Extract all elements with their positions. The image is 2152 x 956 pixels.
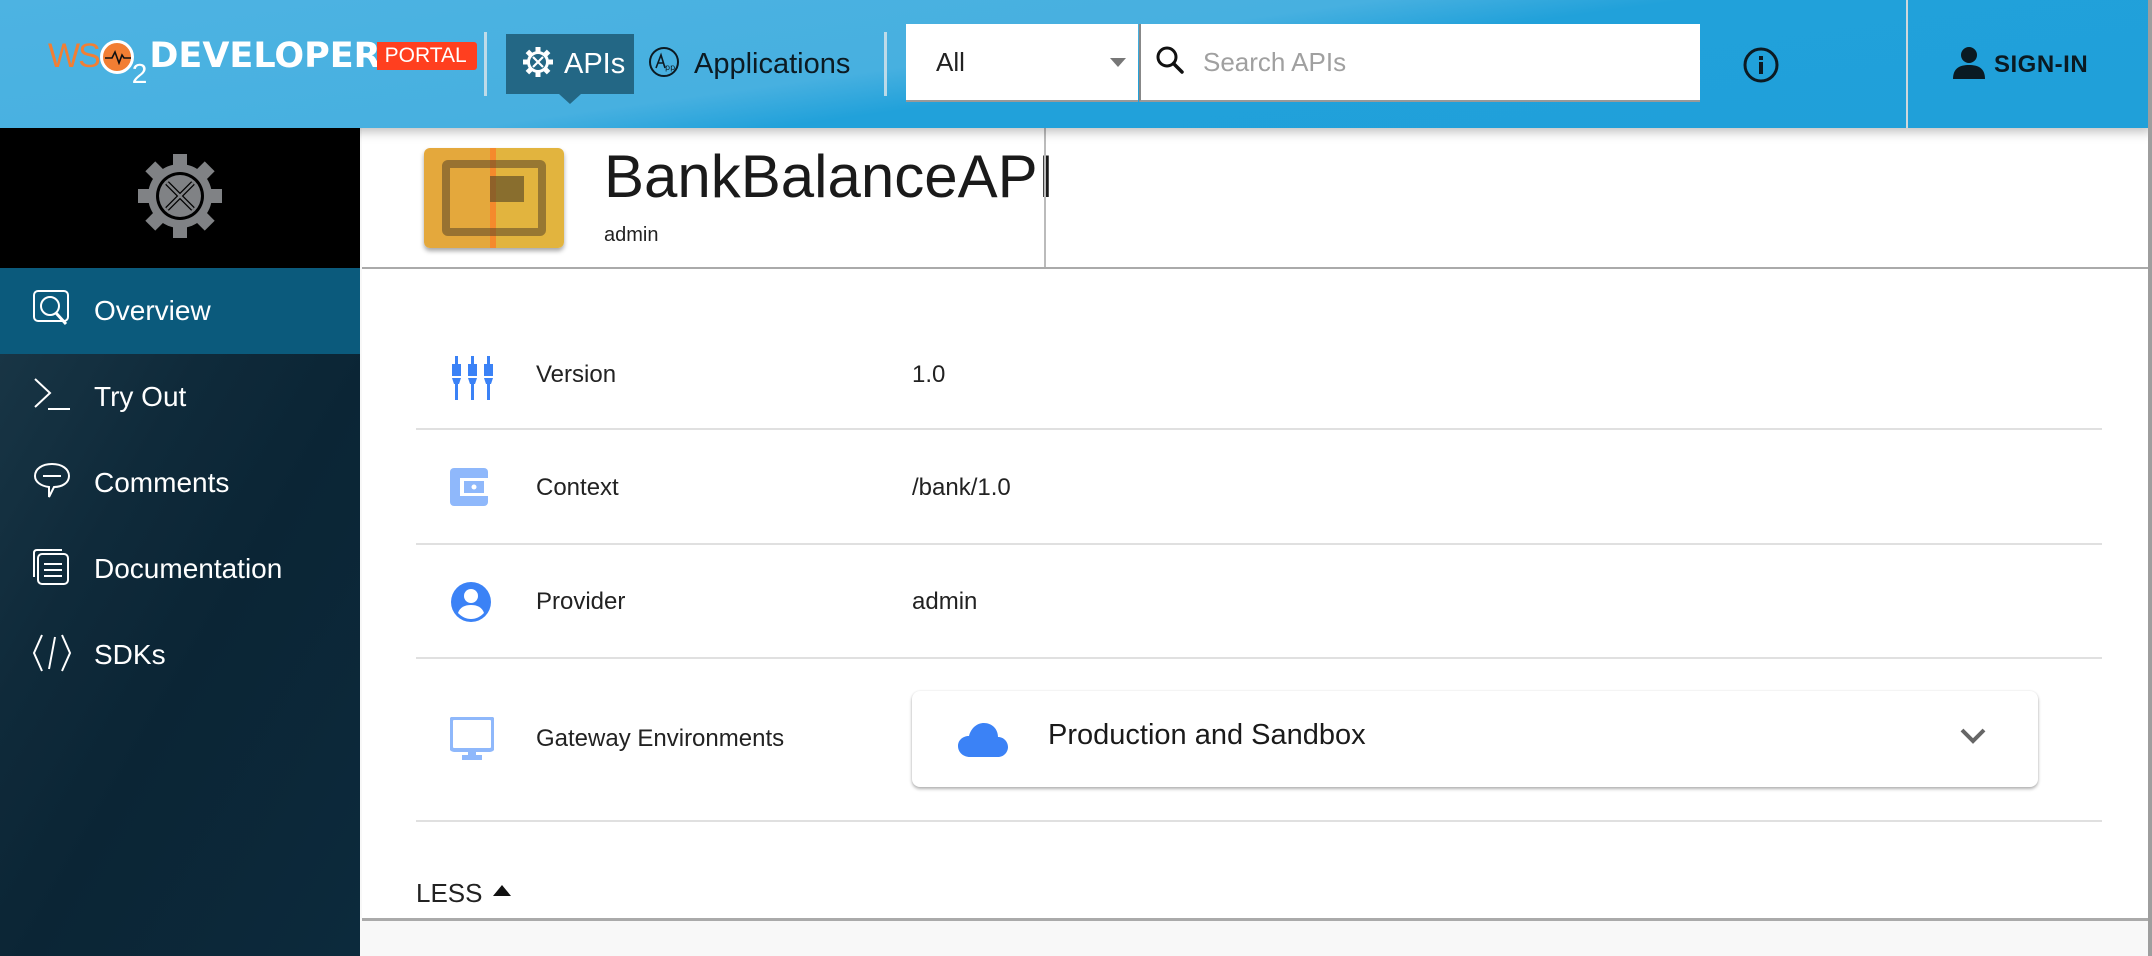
api-title: BankBalanceAPI <box>604 143 1055 210</box>
header-divider <box>884 32 887 96</box>
search-icon <box>1155 45 1185 79</box>
tab-apis-label: APIs <box>564 47 626 80</box>
detail-key: Provider <box>536 588 626 615</box>
sidebar-item-overview[interactable]: Overview <box>0 268 360 354</box>
logo-wso-text: WS <box>48 37 101 75</box>
sidebar-item-label: Try Out <box>94 381 187 412</box>
lower-area <box>362 921 2148 956</box>
code-icon <box>32 633 72 677</box>
sidebar-item-label: Comments <box>94 467 230 498</box>
detail-row-provider: Provider admin <box>416 545 2102 659</box>
sidebar-item-label: SDKs <box>94 639 166 670</box>
header-divider <box>1044 128 1046 267</box>
tab-apis[interactable]: APIs <box>506 34 634 104</box>
provider-icon <box>450 581 492 627</box>
info-icon <box>1742 47 1780 88</box>
search-filter-value: All <box>936 46 965 77</box>
detail-key: Version <box>536 361 617 388</box>
less-label: LESS <box>416 878 483 908</box>
sign-in-label: SIGN-IN <box>1994 51 2089 78</box>
search-filter-select[interactable]: All <box>906 24 1138 102</box>
detail-value: 1.0 <box>912 361 946 388</box>
gateway-environment-value: Production and Sandbox <box>1048 719 1366 751</box>
gateway-environment-expander[interactable]: Production and Sandbox <box>912 691 2038 787</box>
context-icon <box>450 468 488 510</box>
sidebar: Overview Try Out Comments Documentation <box>0 128 360 956</box>
svg-text:pp: pp <box>665 63 675 72</box>
gear-wrench-icon <box>136 152 224 244</box>
main-content: BankBalanceAPI admin Version 1.0 Context… <box>362 128 2148 921</box>
info-button[interactable] <box>1742 46 1780 84</box>
detail-row-version: Version 1.0 <box>416 328 2102 430</box>
dropdown-caret-icon <box>1110 58 1126 67</box>
logo-portal-badge: PORTAL <box>376 42 477 70</box>
detail-value: admin <box>912 588 978 615</box>
sidebar-item-sdks[interactable]: SDKs <box>0 612 360 698</box>
sidebar-hero <box>0 128 360 268</box>
api-owner: admin <box>604 224 659 246</box>
sidebar-item-documentation[interactable]: Documentation <box>0 526 360 612</box>
detail-key: Gateway Environments <box>536 725 785 752</box>
api-thumbnail <box>424 148 564 248</box>
logo-two-text: 2 <box>131 58 148 89</box>
tab-applications[interactable]: pp Applications <box>648 34 850 94</box>
triangle-up-icon <box>492 885 511 896</box>
api-header: BankBalanceAPI admin <box>362 128 2148 269</box>
search-box <box>1139 24 1700 102</box>
terminal-icon <box>32 375 72 419</box>
window-edge <box>2148 0 2152 956</box>
person-icon <box>1952 46 1986 84</box>
version-icon <box>450 356 496 406</box>
sidebar-item-comments[interactable]: Comments <box>0 440 360 526</box>
sidebar-item-label: Overview <box>94 295 211 326</box>
detail-key: Context <box>536 474 619 501</box>
less-toggle-button[interactable]: LESS <box>416 878 511 909</box>
detail-row-context: Context /bank/1.0 <box>416 430 2102 545</box>
detail-row-gateway-environments: Gateway Environments Production and Sand… <box>416 659 2102 822</box>
sidebar-item-try-out[interactable]: Try Out <box>0 354 360 440</box>
sidebar-item-label: Documentation <box>94 553 283 584</box>
chevron-down-icon[interactable] <box>1960 727 1986 749</box>
logo[interactable]: WS 2 DEVELOPER PORTAL <box>48 36 477 89</box>
tab-applications-label: Applications <box>694 47 851 80</box>
comment-icon <box>32 461 72 505</box>
logo-developer-text: DEVELOPER <box>149 36 381 76</box>
gear-wrench-icon <box>522 46 554 82</box>
logo-o-icon <box>99 40 134 74</box>
detail-value: /bank/1.0 <box>912 474 1011 501</box>
overview-search-icon <box>32 289 72 333</box>
top-header: WS 2 DEVELOPER PORTAL APIs pp Applicatio… <box>0 0 2152 128</box>
page: WS 2 DEVELOPER PORTAL APIs pp Applicatio… <box>0 0 2152 956</box>
monitor-icon <box>449 716 495 765</box>
header-divider <box>1906 0 1908 128</box>
documentation-icon <box>32 547 72 591</box>
search-input[interactable] <box>1203 46 1663 78</box>
header-divider <box>484 32 487 96</box>
app-icon: pp <box>648 46 680 82</box>
cloud-icon <box>958 723 1008 761</box>
sign-in-button[interactable]: SIGN-IN <box>1952 46 2088 84</box>
